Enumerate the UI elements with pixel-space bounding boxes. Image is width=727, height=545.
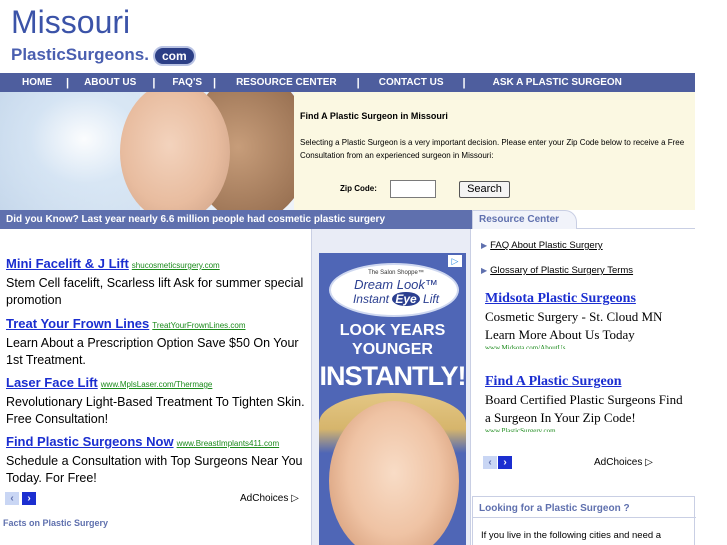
looking-title: Looking for a Plastic Surgeon ? — [479, 503, 630, 514]
nav-contact-us[interactable]: CONTACT US — [379, 77, 444, 88]
nav-separator: | — [152, 76, 156, 89]
adchoices-link[interactable]: AdChoices ▷ — [240, 493, 299, 504]
resource-ad-url[interactable]: www.Midsota.com/AboutUs — [485, 344, 690, 349]
resource-ad-prev-button[interactable]: ‹ — [483, 456, 497, 469]
box-divider — [473, 517, 696, 518]
page: Missouri PlasticSurgeons. com HOME | ABOU… — [0, 0, 727, 545]
ad-prev-button[interactable]: ‹ — [5, 492, 19, 505]
resource-ad-title[interactable]: Midsota Plastic Surgeons — [485, 291, 690, 307]
resource-center-panel: Resource Center ▶ FAQ About Plastic Surge… — [472, 210, 696, 545]
hero-face — [120, 92, 230, 210]
resource-ad: Find A Plastic Surgeon Board Certified P… — [485, 374, 690, 432]
banner-dream-look: Dream Look™ — [354, 277, 438, 292]
ad-title-link[interactable]: Find Plastic Surgeons Now — [6, 434, 174, 449]
water-splash — [0, 92, 140, 210]
nav-separator: | — [66, 76, 70, 89]
ad-column: Mini Facelift & J Lift shucosmeticsurgery… — [0, 229, 311, 545]
resource-center-tab[interactable]: Resource Center — [472, 210, 577, 229]
ad-description: Learn About a Prescription Option Save $… — [6, 336, 299, 367]
adchoices-icon: ▷ — [645, 457, 653, 468]
resource-ad-url[interactable]: www.PlasticSurgery.com — [485, 427, 690, 432]
banner-instant-eye-lift: Instant Eye Lift — [331, 292, 461, 306]
looking-for-surgeon-box: Looking for a Plastic Surgeon ? If you l… — [472, 496, 696, 545]
tab-divider — [577, 228, 695, 229]
looking-text: If you live in the following cities and … — [481, 530, 662, 541]
triangle-right-icon: ▶ — [481, 241, 488, 250]
ad-title-link[interactable]: Treat Your Frown Lines — [6, 316, 149, 331]
dream-look-logo: The Salon Shoppe™ Dream Look™ Instant Ey… — [329, 263, 459, 317]
site-title[interactable]: Missouri — [11, 4, 130, 41]
ad-description: Stem Cell facelift, Scarless lift Ask fo… — [6, 276, 304, 307]
text-ad: Find Plastic Surgeons Now www.BreastImpla… — [6, 433, 306, 487]
search-title: Find A Plastic Surgeon in Missouri — [300, 111, 448, 121]
ad-url-link[interactable]: shucosmeticsurgery.com — [132, 261, 220, 270]
nav-separator: | — [462, 76, 466, 89]
nav-separator: | — [356, 76, 360, 89]
resource-ad: Midsota Plastic Surgeons Cosmetic Surger… — [485, 291, 690, 349]
nav-separator: | — [213, 76, 217, 89]
facts-heading: Facts on Plastic Surgery — [3, 518, 109, 528]
ad-description: Schedule a Consultation with Top Surgeon… — [6, 454, 303, 485]
zip-code-input[interactable] — [390, 180, 436, 198]
resource-adchoices-link[interactable]: AdChoices ▷ — [594, 457, 653, 468]
banner-headline-1: LOOK YEARS — [339, 322, 446, 339]
ad-next-button[interactable]: › — [22, 492, 36, 505]
nav-faqs[interactable]: FAQ's — [172, 77, 202, 88]
triangle-right-icon: ▶ — [481, 266, 488, 275]
did-you-know-bar: Did you Know? Last year nearly 6.6 milli… — [0, 210, 472, 229]
resource-ad-description: Cosmetic Surgery - St. Cloud MN Learn Mo… — [485, 309, 663, 342]
adchoices-label: AdChoices — [240, 493, 289, 504]
banner-column: ▷ The Salon Shoppe™ Dream Look™ Instant … — [311, 229, 471, 545]
zip-label: Zip Code: — [340, 184, 377, 193]
banner-instant: Instant — [352, 292, 389, 306]
adchoices-icon: ▷ — [291, 493, 299, 504]
main-nav: HOME | ABOUT US | FAQ's | RESOURCE CENTE… — [0, 73, 695, 92]
ad-description: Revolutionary Light-Based Treatment To T… — [6, 395, 305, 426]
nav-home[interactable]: HOME — [22, 77, 52, 88]
faq-link-label: FAQ About Plastic Surgery — [490, 240, 603, 251]
nav-resource-center[interactable]: RESOURCE CENTER — [236, 77, 337, 88]
ad-url-link[interactable]: www.BreastImplants411.com — [177, 439, 280, 448]
resource-ad-next-button[interactable]: › — [498, 456, 512, 469]
text-ad: Treat Your Frown Lines TreatYourFrownLine… — [6, 315, 306, 369]
banner-eye: Eye — [392, 292, 420, 306]
resource-ad-title[interactable]: Find A Plastic Surgeon — [485, 374, 690, 390]
search-button[interactable]: Search — [459, 181, 510, 198]
ad-url-link[interactable]: TreatYourFrownLines.com — [152, 321, 245, 330]
hero-image — [0, 92, 294, 210]
banner-lift: Lift — [423, 292, 440, 306]
glossary-link[interactable]: ▶ Glossary of Plastic Surgery Terms — [481, 265, 633, 276]
nav-about-us[interactable]: ABOUT US — [84, 77, 136, 88]
text-ad: Mini Facelift & J Lift shucosmeticsurgery… — [6, 255, 306, 309]
faq-link[interactable]: ▶ FAQ About Plastic Surgery — [481, 240, 603, 251]
ad-title-link[interactable]: Laser Face Lift — [6, 375, 98, 390]
ad-title-link[interactable]: Mini Facelift & J Lift — [6, 256, 129, 271]
site-subtitle: PlasticSurgeons. — [11, 45, 149, 64]
text-ad: Laser Face Lift www.MplsLaser.com/Thermag… — [6, 374, 306, 428]
surgeon-search-box: Find A Plastic Surgeon in Missouri Selec… — [294, 92, 695, 210]
glossary-link-label: Glossary of Plastic Surgery Terms — [490, 265, 634, 276]
search-description: Selecting a Plastic Surgeon is a very im… — [300, 138, 685, 160]
nav-ask-a-plastic-surgeon[interactable]: ASK A PLASTIC SURGEON — [493, 77, 622, 88]
banner-headline-2: YOUNGER — [352, 341, 433, 358]
banner-headline-3: INSTANTLY! — [319, 361, 466, 391]
ad-url-link[interactable]: www.MplsLaser.com/Thermage — [101, 380, 213, 389]
banner-brand: The Salon Shoppe™ — [368, 270, 424, 276]
adchoices-label: AdChoices — [594, 457, 643, 468]
site-logo[interactable]: PlasticSurgeons. com — [11, 45, 196, 66]
eye-lift-banner-ad[interactable]: ▷ The Salon Shoppe™ Dream Look™ Instant … — [319, 253, 466, 545]
resource-ad-description: Board Certified Plastic Surgeons Find a … — [485, 392, 683, 425]
ad-info-icon[interactable]: ▷ — [448, 255, 462, 267]
com-badge: com — [152, 45, 196, 66]
